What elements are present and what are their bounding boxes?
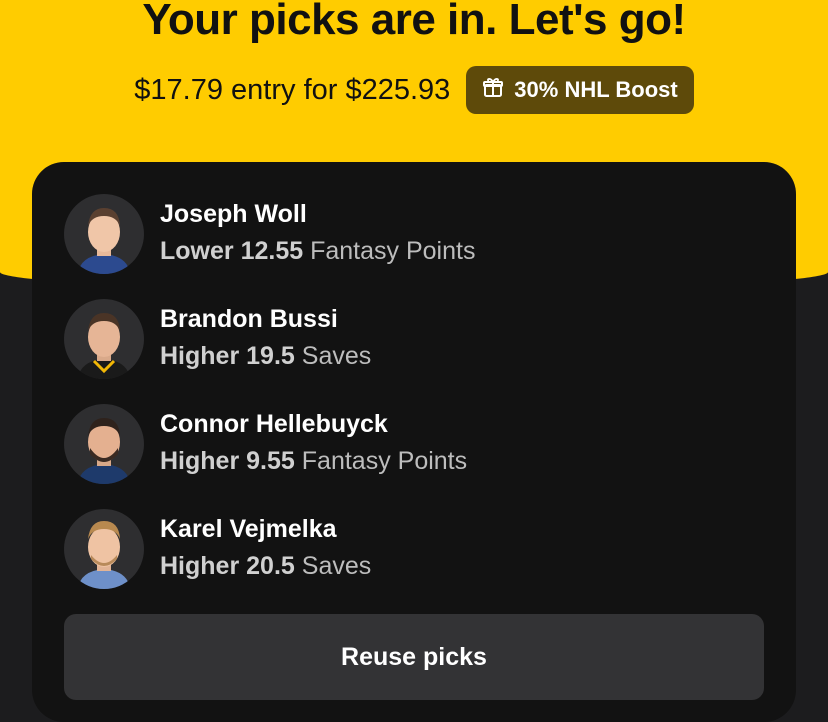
pick-line: Lower 12.55 Fantasy Points xyxy=(160,233,475,269)
page-title: Your picks are in. Let's go! xyxy=(142,0,686,44)
boost-badge: 30% NHL Boost xyxy=(466,66,694,114)
pick-stat: Fantasy Points xyxy=(301,447,468,475)
pick-line: Higher 20.5 Saves xyxy=(160,548,371,584)
player-avatar xyxy=(64,194,144,274)
pick-stat: Fantasy Points xyxy=(310,237,476,265)
player-avatar xyxy=(64,509,144,589)
boost-label: 30% NHL Boost xyxy=(514,77,678,102)
pick-direction: Higher xyxy=(160,447,240,475)
player-avatar xyxy=(64,404,144,484)
pick-line: Higher 19.5 Saves xyxy=(160,338,371,374)
pick-value: 12.55 xyxy=(240,237,304,265)
pick-value: 19.5 xyxy=(246,342,295,370)
pick-stat: Saves xyxy=(301,552,372,580)
pick-item: Connor Hellebuyck Higher 9.55 Fantasy Po… xyxy=(64,404,467,484)
pick-stat: Saves xyxy=(301,342,372,370)
pick-value: 20.5 xyxy=(246,552,295,580)
pick-item: Karel Vejmelka Higher 20.5 Saves xyxy=(64,509,371,589)
gift-icon xyxy=(482,76,504,104)
player-avatar xyxy=(64,299,144,379)
pick-item: Brandon Bussi Higher 19.5 Saves xyxy=(64,299,371,379)
pick-direction: Lower xyxy=(160,237,234,265)
pick-value: 9.55 xyxy=(246,447,295,475)
pick-line: Higher 9.55 Fantasy Points xyxy=(160,443,467,479)
entry-amount: $17.79 entry for $225.93 xyxy=(134,73,451,106)
picks-card: Joseph Woll Lower 12.55 Fantasy Points B… xyxy=(32,162,796,722)
pick-direction: Higher xyxy=(160,342,240,370)
player-name: Joseph Woll xyxy=(160,200,307,228)
entry-summary: $17.79 entry for $225.93 30% NHL Boost xyxy=(0,66,828,114)
pick-direction: Higher xyxy=(160,552,240,580)
player-name: Brandon Bussi xyxy=(160,305,338,333)
reuse-picks-button[interactable]: Reuse picks xyxy=(64,614,764,700)
player-name: Connor Hellebuyck xyxy=(160,410,388,438)
player-name: Karel Vejmelka xyxy=(160,515,337,543)
pick-item: Joseph Woll Lower 12.55 Fantasy Points xyxy=(64,194,475,274)
